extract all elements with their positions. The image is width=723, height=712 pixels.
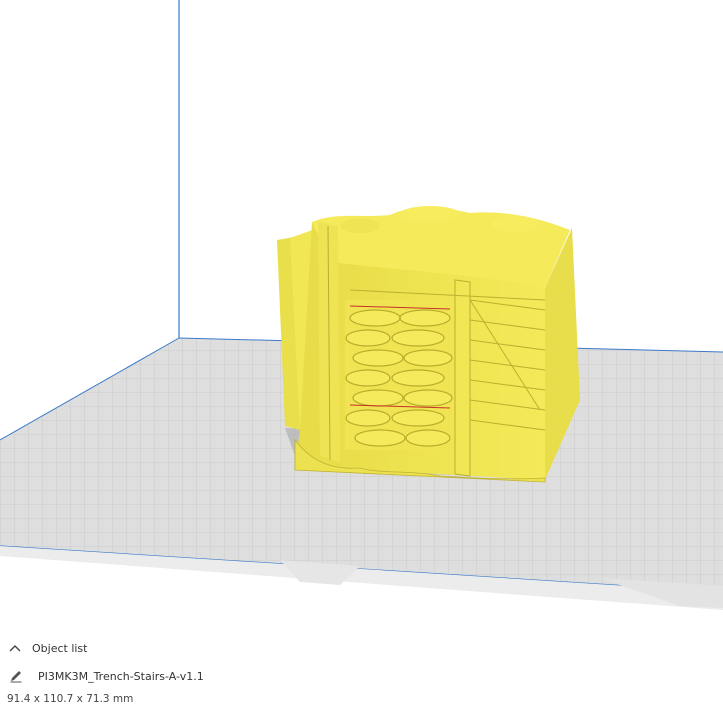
object-dimensions: 91.4 x 110.7 x 71.3 mm: [7, 693, 134, 705]
object-name-row[interactable]: PI3MK3M_Trench-Stairs-A-v1.1: [8, 666, 204, 686]
sandbag-wall: [345, 300, 453, 450]
object-list-label[interactable]: Object list: [32, 642, 87, 655]
object-list-toggle[interactable]: Object list: [6, 638, 87, 658]
object-name[interactable]: PI3MK3M_Trench-Stairs-A-v1.1: [38, 670, 204, 683]
object-panel: Object list PI3MK3M_Trench-Stairs-A-v1.1…: [0, 630, 723, 712]
3d-viewport[interactable]: [0, 0, 723, 630]
pencil-icon[interactable]: [8, 668, 24, 684]
chevron-up-icon[interactable]: [6, 641, 24, 655]
trench-stairs-model[interactable]: [277, 206, 580, 483]
scene-canvas[interactable]: [0, 0, 723, 630]
